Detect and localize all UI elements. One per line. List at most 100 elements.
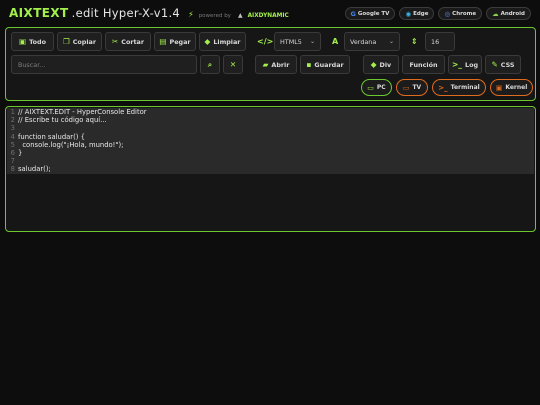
button-label: Cortar [121, 37, 145, 46]
button-label: TV [412, 84, 422, 91]
edge-icon: ◉ [405, 9, 412, 18]
chip-icon: ▣ [495, 83, 503, 92]
code-line: 5 console.log("¡Hola, mundo!"); [7, 141, 534, 149]
platform-badges: G Google TV ◉ Edge ◎ Chrome ☁ Android [344, 7, 531, 20]
terminal-icon: >_ [451, 60, 462, 69]
code-line: 6} [7, 149, 534, 157]
toolbar-panel: ▣ Todo ❐ Copiar ✂ Cortar ▤ Pegar ◆ Limpiar </… [5, 27, 536, 101]
open-button[interactable]: ▰ Abrir [255, 55, 297, 74]
button-label: Pegar [169, 37, 191, 46]
android-icon: ☁ [492, 9, 499, 18]
copy-button[interactable]: ❐ Copiar [57, 32, 102, 51]
line-number: 3 [10, 124, 15, 133]
button-label: Abrir [271, 60, 290, 69]
code-icon: </> [257, 37, 274, 46]
code-line: 8 saludar(); [7, 165, 534, 173]
line-number: 1 [10, 108, 15, 116]
button-label: Función [409, 60, 438, 69]
font-size-input[interactable]: 16 [425, 32, 455, 51]
bolt-icon: ⚡ [188, 10, 194, 19]
search-input[interactable] [18, 60, 190, 69]
line-number: 6 [10, 148, 15, 157]
search-button[interactable]: ⌕ [200, 55, 220, 74]
line-text: // AIXTEXT.EDIT - HyperConsole Editor [18, 108, 147, 116]
insert-function-button[interactable]: Función [402, 55, 445, 74]
company-logo-icon: ▲ [237, 12, 243, 19]
platform-label: Google TV [357, 10, 390, 17]
chevron-down-icon: ⌄ [309, 38, 315, 45]
code-area[interactable]: 1// AIXTEXT.EDIT - HyperConsole Editor 2… [7, 108, 534, 174]
mode-kernel-button[interactable]: ▣ Kernel [490, 79, 533, 96]
save-button[interactable]: ▪ Guardar [300, 55, 350, 74]
brush-icon: ✎ [491, 60, 498, 69]
insert-css-button[interactable]: ✎ CSS [485, 55, 521, 74]
terminal-icon: >_ [438, 83, 448, 92]
code-editor[interactable]: 1// AIXTEXT.EDIT - HyperConsole Editor 2… [5, 106, 536, 232]
button-label: Guardar [314, 60, 344, 69]
code-line: 1// AIXTEXT.EDIT - HyperConsole Editor [7, 108, 534, 116]
chrome-icon: ◎ [444, 9, 451, 18]
brand-version: .edit Hyper-X-v1.4 [71, 6, 181, 20]
tv-icon: ▭ [402, 83, 410, 92]
font-size-icon: ⇕ [411, 37, 418, 46]
select-all-icon: ▣ [19, 37, 27, 46]
line-text: function saludar() { [18, 132, 85, 141]
powered-by-label: powered by [198, 13, 231, 19]
code-line: 3 [7, 124, 534, 132]
platform-label: Chrome [452, 10, 477, 17]
line-number: 7 [10, 157, 15, 166]
language-select[interactable]: HTML5 ⌄ [274, 32, 321, 51]
google-icon: G [350, 9, 356, 18]
button-label: PC [376, 84, 386, 91]
line-text: } [18, 148, 23, 157]
insert-log-button[interactable]: >_ Log [448, 55, 482, 74]
button-label: Limpiar [213, 37, 241, 46]
eraser-icon: ◆ [204, 37, 211, 46]
mode-tv-button[interactable]: ▭ TV [396, 79, 428, 96]
tag-icon: ◆ [370, 60, 377, 69]
platform-chrome[interactable]: ◎ Chrome [438, 7, 483, 20]
app-title: AIXTEXT .edit Hyper-X-v1.4 ⚡ powered by ▲… [9, 6, 289, 20]
cut-button[interactable]: ✂ Cortar [105, 32, 151, 51]
platform-label: Edge [413, 10, 429, 17]
search-field[interactable] [11, 55, 197, 74]
scissors-icon: ✂ [111, 37, 119, 46]
mode-terminal-button[interactable]: >_ Terminal [432, 79, 486, 96]
line-text: console.log("¡Hola, mundo!"); [18, 140, 124, 149]
paste-button[interactable]: ▤ Pegar [154, 32, 196, 51]
select-all-button[interactable]: ▣ Todo [11, 32, 54, 51]
code-line: 4 function saludar() { [7, 133, 534, 141]
button-label: CSS [500, 60, 515, 69]
line-text: saludar(); [18, 165, 51, 174]
company-name: AIXDYNAMIC [247, 13, 289, 19]
code-line: 2// Escribe tu código aquí... [7, 116, 534, 124]
button-label: Copiar [72, 37, 97, 46]
font-select[interactable]: Verdana ⌄ [344, 32, 400, 51]
line-number: 5 [10, 140, 15, 149]
insert-div-button[interactable]: ◆ Div [363, 55, 399, 74]
button-label: Log [465, 60, 479, 69]
mode-pc-button[interactable]: ▭ PC [361, 79, 392, 96]
close-icon: ✕ [229, 60, 237, 69]
copy-icon: ❐ [62, 37, 70, 46]
button-label: Todo [29, 37, 46, 46]
save-icon: ▪ [306, 60, 312, 69]
clear-button[interactable]: ◆ Limpiar [199, 32, 246, 51]
platform-edge[interactable]: ◉ Edge [399, 7, 435, 20]
platform-label: Android [500, 10, 525, 17]
code-line: 7 [7, 157, 534, 165]
font-value: Verdana [350, 37, 377, 46]
line-number: 8 [10, 165, 15, 174]
platform-android[interactable]: ☁ Android [486, 7, 531, 20]
button-label: Div [379, 60, 392, 69]
monitor-icon: ▭ [367, 83, 374, 92]
button-label: Terminal [450, 84, 480, 91]
line-number: 4 [10, 132, 15, 141]
chevron-down-icon: ⌄ [388, 38, 394, 45]
line-number: 2 [10, 116, 15, 125]
clear-search-button[interactable]: ✕ [223, 55, 243, 74]
header-bar: AIXTEXT .edit Hyper-X-v1.4 ⚡ powered by ▲… [0, 0, 540, 26]
platform-google-tv[interactable]: G Google TV [344, 7, 396, 20]
button-label: Kernel [505, 84, 528, 91]
font-icon: A [332, 37, 339, 46]
